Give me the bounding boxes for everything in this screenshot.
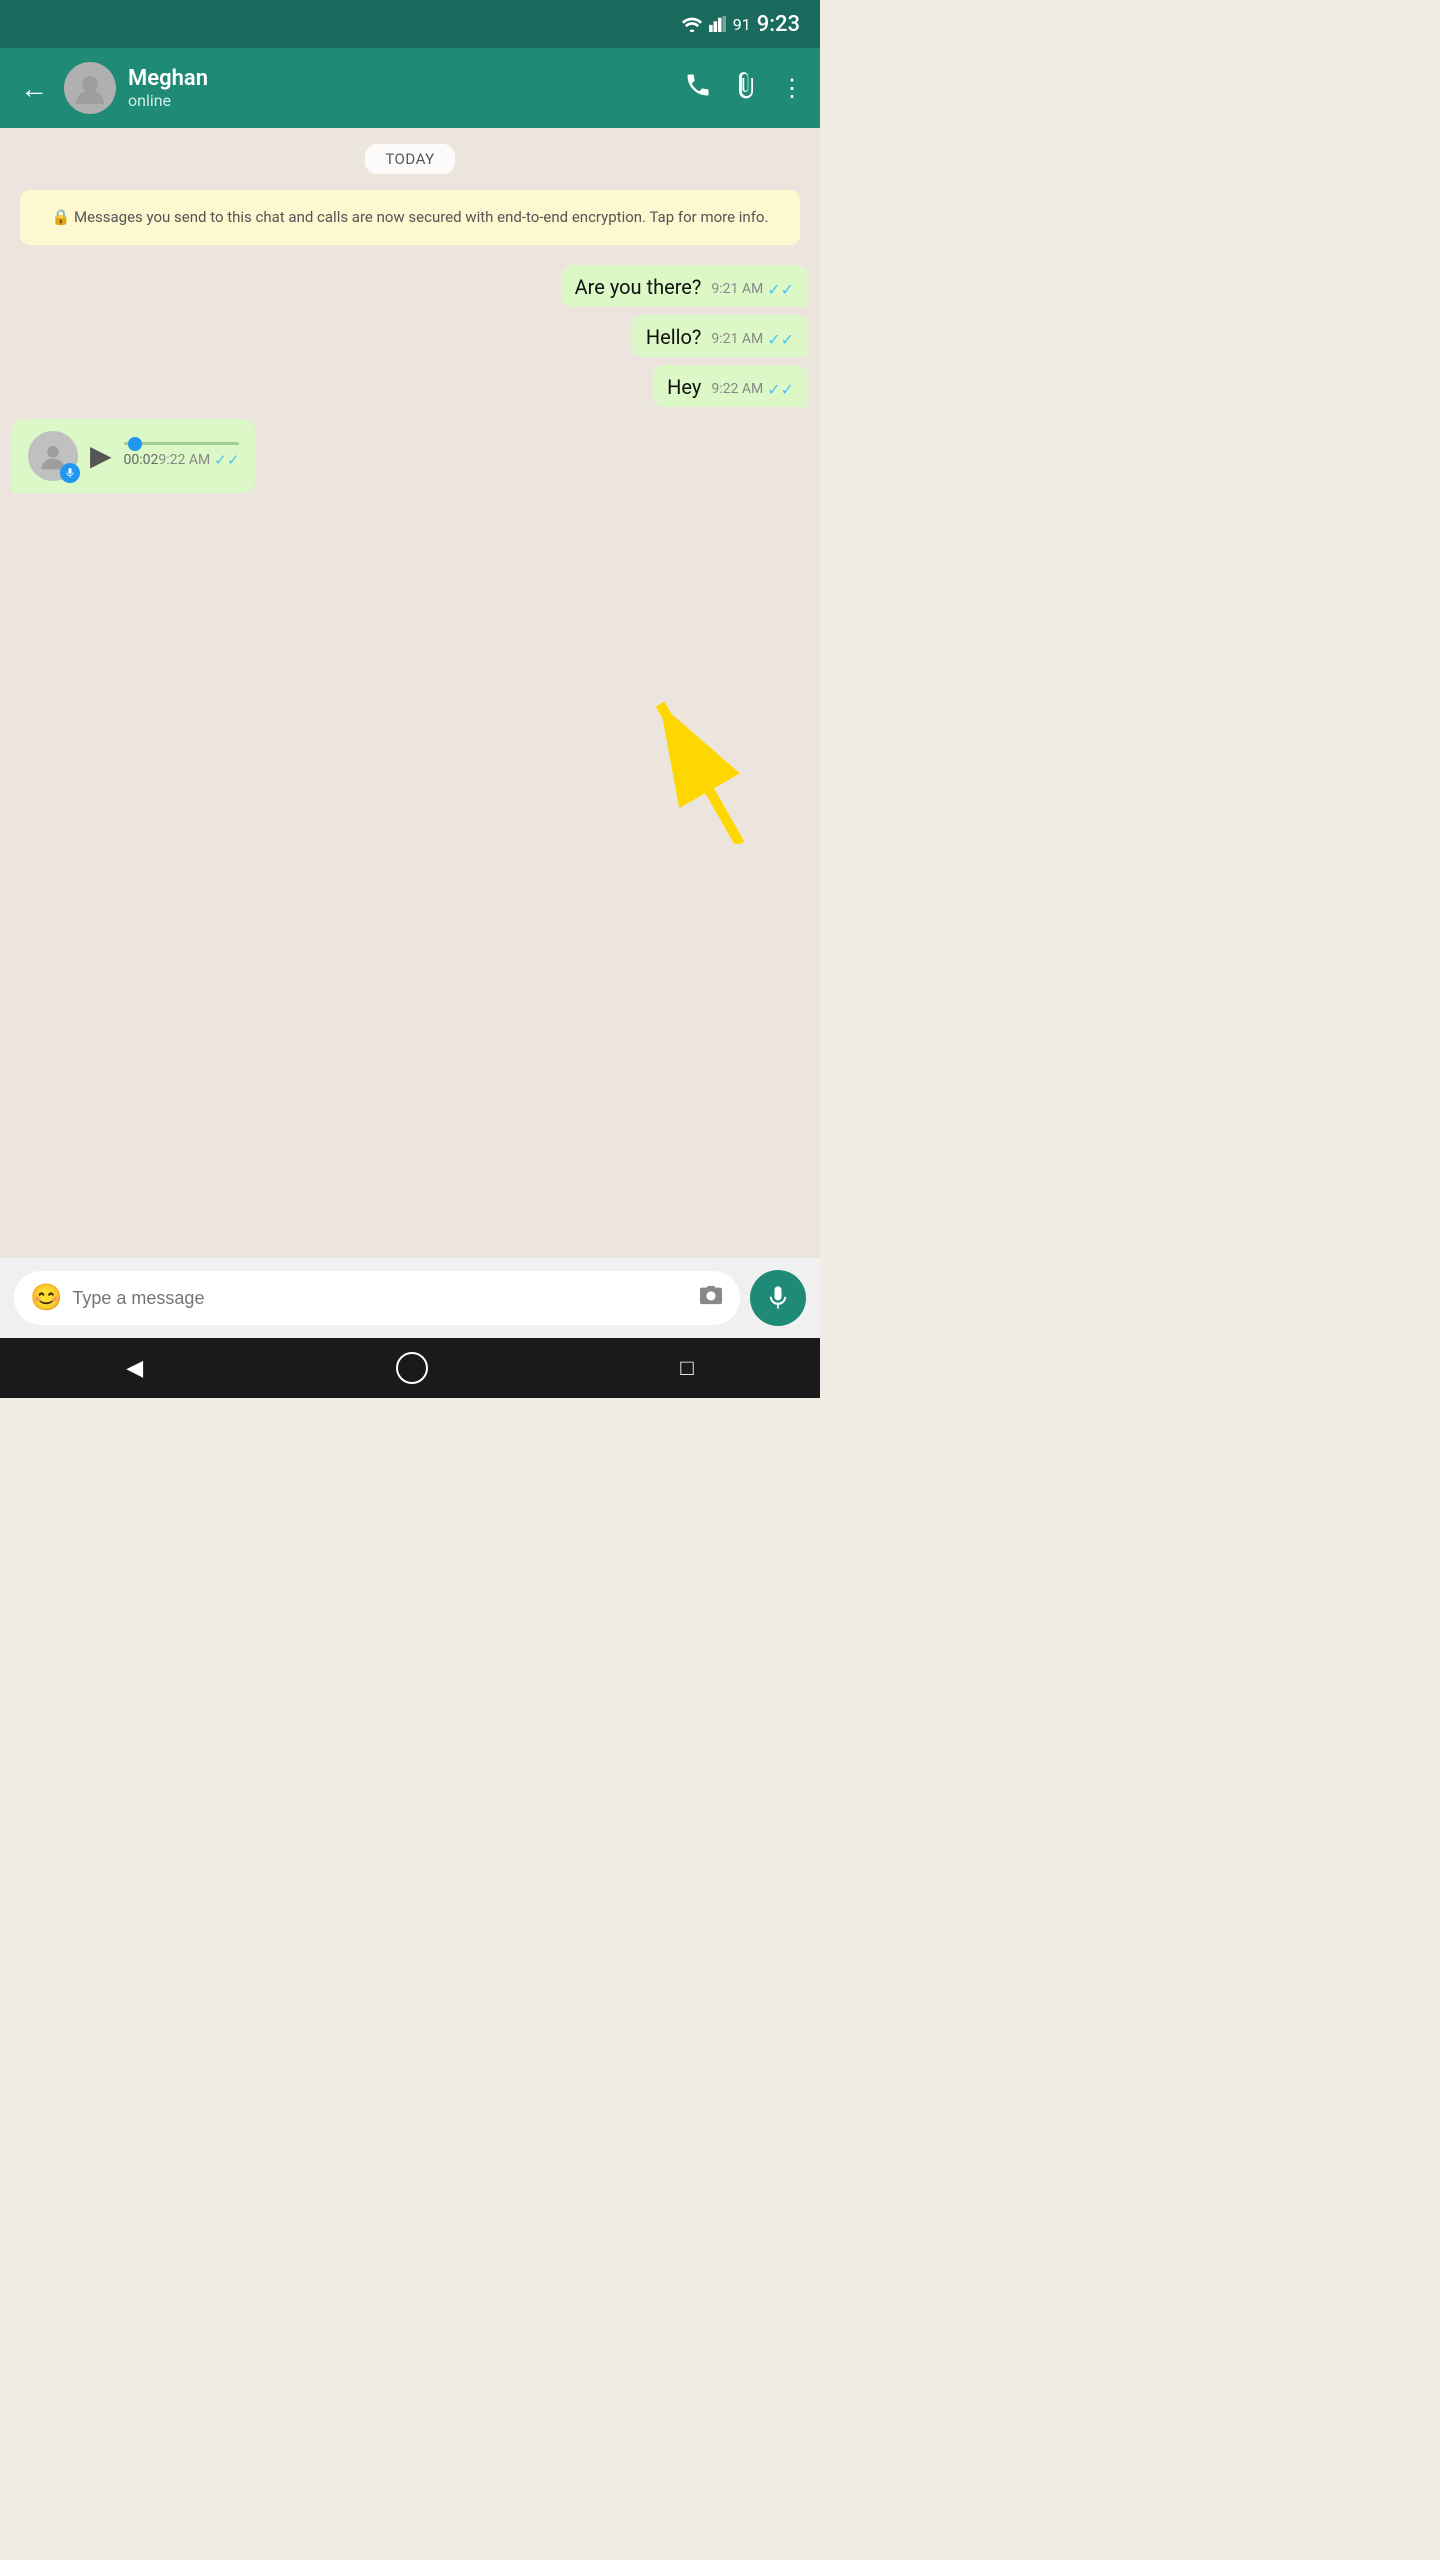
voice-time: 9:22 AM [158,452,210,468]
camera-button[interactable] [698,1284,724,1312]
message-3: Hey 9:22 AM ✓✓ [653,365,808,407]
emoji-button[interactable]: 😊 [30,1283,62,1313]
message-1-checkmark: ✓✓ [767,280,794,299]
status-time: 9:23 [757,12,800,37]
message-2: Hello? 9:21 AM ✓✓ [632,315,808,357]
chat-area: TODAY 🔒 Messages you send to this chat a… [0,128,820,1338]
contact-name: Meghan [128,66,672,91]
message-2-checkmark: ✓✓ [767,330,794,349]
message-1-meta: 9:21 AM ✓✓ [711,280,794,299]
contact-status: online [128,91,672,110]
nav-back-button[interactable]: ◀ [126,1356,143,1381]
message-2-text: Hello? [646,325,701,349]
voice-duration: 00:02 [124,452,159,468]
back-button[interactable]: ← [16,68,52,109]
security-notice[interactable]: 🔒 Messages you send to this chat and cal… [20,190,800,245]
message-1-time: 9:21 AM [711,281,763,297]
message-2-meta: 9:21 AM ✓✓ [711,330,794,349]
yellow-arrow-annotation [640,684,760,848]
chat-messages: TODAY 🔒 Messages you send to this chat a… [0,128,820,509]
contact-info[interactable]: Meghan online [128,66,672,110]
input-area: 😊 [0,1258,820,1338]
header-actions: ⋮ [684,71,804,105]
message-1: Are you there? 9:21 AM ✓✓ [561,265,808,307]
battery-indicator: 91 [733,15,751,34]
android-nav-bar: ◀ □ [0,1338,820,1398]
date-chip: TODAY [365,144,454,174]
wifi-icon [681,16,703,32]
progress-dot [128,437,142,451]
message-3-checkmark: ✓✓ [767,380,794,399]
attach-button[interactable] [732,71,760,105]
message-3-meta: 9:22 AM ✓✓ [711,380,794,399]
voice-record-button[interactable] [750,1270,806,1326]
message-1-text: Are you there? [575,275,702,299]
progress-bar [124,442,240,445]
status-icons: 91 9:23 [681,12,800,37]
more-options-button[interactable]: ⋮ [780,74,804,102]
message-input[interactable] [72,1288,688,1309]
progress-track [124,442,240,445]
voice-bottom: 00:02 9:22 AM ✓✓ [124,451,240,469]
mic-badge-icon [60,463,80,483]
voice-message-avatar [28,431,78,481]
message-3-text: Hey [667,375,701,399]
voice-checkmark: ✓✓ [214,451,239,469]
phone-call-button[interactable] [684,71,712,105]
contact-avatar[interactable] [64,62,116,114]
input-box: 😊 [14,1271,740,1325]
nav-home-button[interactable] [396,1352,428,1384]
chat-header: ← Meghan online ⋮ [0,48,820,128]
message-3-time: 9:22 AM [711,381,763,397]
message-2-time: 9:21 AM [711,331,763,347]
status-bar: 91 9:23 [0,0,820,48]
signal-icon [709,16,727,32]
voice-message: ▶ 00:02 9:22 AM ✓✓ [12,419,255,493]
voice-progress: 00:02 9:22 AM ✓✓ [124,442,240,469]
nav-recent-button[interactable]: □ [680,1355,693,1381]
play-button[interactable]: ▶ [90,439,112,472]
voice-time-check: 9:22 AM ✓✓ [158,451,239,469]
